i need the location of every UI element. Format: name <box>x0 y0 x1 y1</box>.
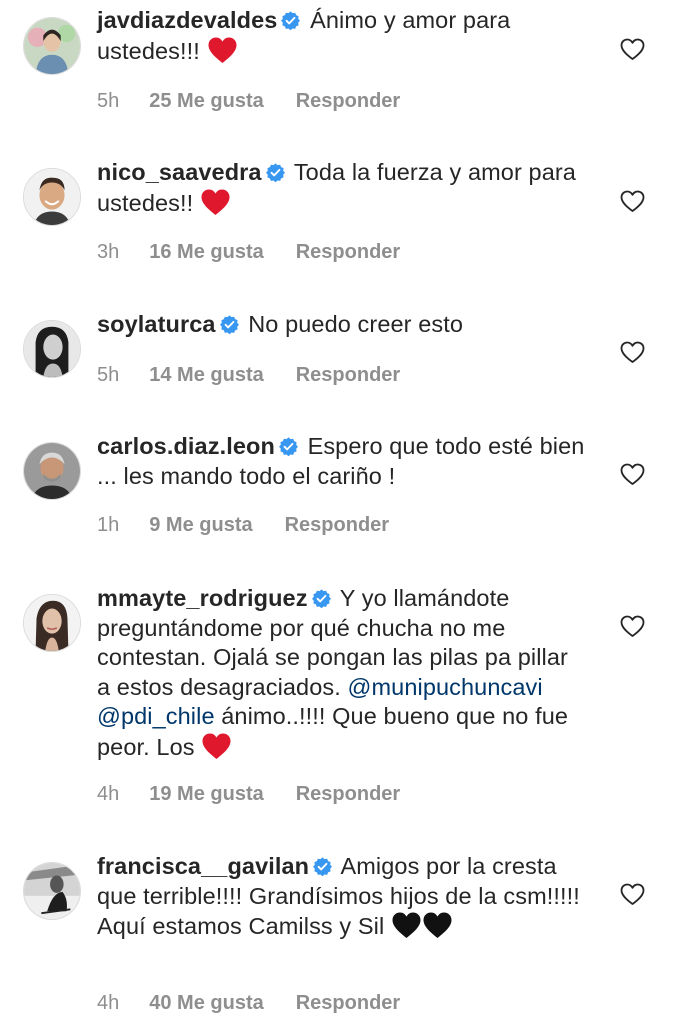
comment-meta: 3h 16 Me gusta Responder <box>97 241 400 264</box>
comment-likes[interactable]: 16 Me gusta <box>149 241 263 264</box>
like-heart-icon[interactable] <box>620 190 645 213</box>
comment-time: 1h <box>97 514 120 536</box>
comment-time: 5h <box>97 364 120 386</box>
black-heart-icon <box>391 911 422 940</box>
reply-button[interactable]: Responder <box>296 992 400 1015</box>
red-heart-icon <box>200 188 231 217</box>
comment-username[interactable]: carlos.diaz.leon <box>97 433 275 459</box>
verified-badge-icon <box>278 436 299 457</box>
verified-badge-icon <box>219 314 240 335</box>
comment-body: nico_saavedra Toda la fuerza y amor para… <box>97 158 587 218</box>
comment-list: javdiazdevaldes Ánimo y amor para ustede… <box>0 0 684 1024</box>
comment-likes[interactable]: 19 Me gusta <box>149 783 263 806</box>
verified-badge-icon <box>311 588 332 609</box>
comment-username[interactable]: soylaturca <box>97 311 216 337</box>
mention-link[interactable]: @pdi_chile <box>97 703 215 729</box>
comment-meta: 4h 40 Me gusta Responder <box>97 992 400 1015</box>
like-heart-icon[interactable] <box>620 883 645 906</box>
comment-likes[interactable]: 25 Me gusta <box>149 90 263 113</box>
verified-badge-icon <box>265 162 286 183</box>
verified-badge-icon <box>280 10 301 31</box>
like-heart-icon[interactable] <box>620 463 645 486</box>
reply-button[interactable]: Responder <box>296 783 400 806</box>
red-heart-icon <box>201 732 232 761</box>
avatar[interactable] <box>23 862 81 920</box>
comment-meta: 5h 14 Me gusta Responder <box>97 364 400 387</box>
avatar[interactable] <box>23 594 81 652</box>
avatar[interactable] <box>23 17 81 75</box>
comment-body: francisca__gavilan Amigos por la cresta … <box>97 852 587 942</box>
comment-likes[interactable]: 9 Me gusta <box>149 514 252 537</box>
like-heart-icon[interactable] <box>620 615 645 638</box>
comment-time: 4h <box>97 783 120 805</box>
comment-meta: 4h 19 Me gusta Responder <box>97 783 400 806</box>
comment-username[interactable]: mmayte_rodriguez <box>97 585 308 611</box>
comment-username[interactable]: nico_saavedra <box>97 159 262 185</box>
reply-button[interactable]: Responder <box>296 90 400 113</box>
reply-button[interactable]: Responder <box>285 514 389 537</box>
avatar[interactable] <box>23 442 81 500</box>
comment-time: 5h <box>97 90 120 112</box>
red-heart-icon <box>207 36 238 65</box>
comment-body: carlos.diaz.leon Espero que todo esté bi… <box>97 432 587 491</box>
avatar[interactable] <box>23 168 81 226</box>
comment-likes[interactable]: 14 Me gusta <box>149 364 263 387</box>
comment-meta: 1h 9 Me gusta Responder <box>97 514 389 537</box>
reply-button[interactable]: Responder <box>296 364 400 387</box>
comment-username[interactable]: francisca__gavilan <box>97 853 309 879</box>
comment-username[interactable]: javdiazdevaldes <box>97 7 277 33</box>
comment-text: No puedo creer esto <box>248 311 464 337</box>
comment-likes[interactable]: 40 Me gusta <box>149 992 263 1015</box>
comment-time: 3h <box>97 241 120 263</box>
verified-badge-icon <box>312 856 333 877</box>
like-heart-icon[interactable] <box>620 341 645 364</box>
like-heart-icon[interactable] <box>620 38 645 61</box>
comment-body: mmayte_rodriguez Y yo llamándote pregunt… <box>97 584 587 762</box>
comment-time: 4h <box>97 992 120 1014</box>
comment-body: soylaturca No puedo creer esto <box>97 310 587 340</box>
black-heart-icon <box>422 911 453 940</box>
comment-body: javdiazdevaldes Ánimo y amor para ustede… <box>97 6 587 66</box>
mention-link[interactable]: @munipuchuncavi <box>348 674 543 700</box>
reply-button[interactable]: Responder <box>296 241 400 264</box>
avatar[interactable] <box>23 320 81 378</box>
comment-meta: 5h 25 Me gusta Responder <box>97 90 400 113</box>
